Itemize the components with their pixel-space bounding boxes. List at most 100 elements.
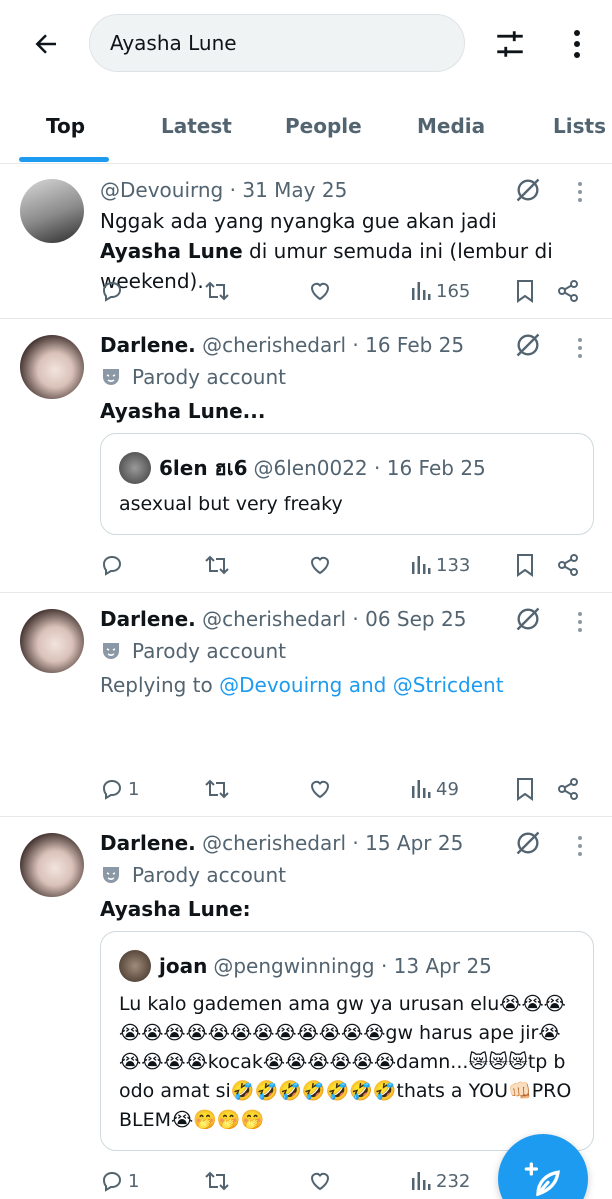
reply-button[interactable]: [100, 550, 128, 580]
parody-text: Parody account: [132, 639, 287, 663]
more-vertical-icon: [578, 182, 582, 202]
filter-sliders-icon: [497, 31, 523, 57]
like-icon: [310, 1172, 330, 1191]
views-button[interactable]: 165: [410, 276, 470, 306]
search-filter-button[interactable]: [488, 22, 532, 66]
share-button[interactable]: [556, 774, 580, 804]
tweet-more-button[interactable]: [570, 333, 590, 363]
quote-date: · 13 Apr 25: [380, 954, 492, 978]
tweet-date[interactable]: · 31 May 25: [230, 178, 348, 202]
views-count: 165: [436, 280, 471, 302]
tweet-more-button[interactable]: [570, 177, 590, 207]
tweet-date[interactable]: · 16 Feb 25: [352, 333, 464, 357]
grok-button[interactable]: [512, 827, 544, 859]
back-arrow-icon: [35, 34, 56, 54]
tweet-display-name[interactable]: Darlene.: [100, 333, 196, 357]
like-button[interactable]: [308, 550, 332, 580]
grok-button[interactable]: [512, 174, 544, 206]
bookmark-icon: [517, 778, 533, 801]
tweet-handle[interactable]: @cherishedarl: [202, 831, 346, 855]
quoted-tweet[interactable]: joan @pengwinningg · 13 Apr 25 Lu kalo g…: [100, 931, 594, 1151]
retweet-button[interactable]: [204, 550, 230, 580]
tab-latest[interactable]: Latest: [161, 114, 232, 138]
top-app-bar: Ayasha Lune: [0, 0, 612, 92]
like-button[interactable]: [308, 1166, 332, 1196]
reply-button[interactable]: 1: [100, 774, 139, 804]
reply-icon: [102, 555, 122, 576]
tab-people[interactable]: People: [285, 114, 362, 138]
bookmark-button[interactable]: [514, 550, 536, 580]
reply-icon: [102, 281, 122, 302]
views-button[interactable]: 133: [410, 550, 470, 580]
views-button[interactable]: 232: [410, 1166, 470, 1196]
bookmark-button[interactable]: [514, 276, 536, 306]
compose-icon: [524, 1162, 560, 1197]
tweet-text-highlight: Ayasha Lune: [100, 239, 243, 263]
search-input[interactable]: Ayasha Lune: [89, 14, 465, 72]
quote-date: · 16 Feb 25: [374, 456, 486, 480]
tweet-header: Darlene. @cherishedarl · 15 Apr 25: [100, 831, 522, 855]
reply-icon: [102, 1171, 122, 1192]
views-button[interactable]: 49: [410, 774, 459, 804]
grok-button[interactable]: [512, 329, 544, 361]
views-count: 133: [436, 554, 471, 576]
search-query: Ayasha Lune: [110, 31, 237, 55]
avatar[interactable]: [20, 335, 84, 399]
views-count: 49: [436, 778, 459, 800]
tab-media[interactable]: Media: [417, 114, 485, 138]
grok-icon: [516, 333, 540, 357]
reply-button[interactable]: [100, 276, 128, 306]
retweet-button[interactable]: [204, 1166, 230, 1196]
share-button[interactable]: [556, 550, 580, 580]
reply-button[interactable]: 1: [100, 1166, 139, 1196]
more-options-button[interactable]: [560, 22, 594, 66]
like-button[interactable]: [308, 774, 332, 804]
quote-avatar: [119, 950, 151, 982]
tweet-actions: 165: [100, 276, 594, 306]
quoted-tweet[interactable]: 6len ฮเ6 @6len0022 · 16 Feb 25 asexual b…: [100, 433, 594, 535]
retweet-icon: [205, 1171, 229, 1191]
more-vertical-icon: [574, 30, 580, 58]
share-icon: [558, 778, 578, 800]
tweet-date[interactable]: · 15 Apr 25: [352, 831, 463, 855]
tweet-more-button[interactable]: [570, 607, 590, 637]
parody-mask-icon: [103, 369, 119, 385]
retweet-button[interactable]: [204, 276, 230, 306]
avatar[interactable]: [20, 833, 84, 897]
share-button[interactable]: [556, 276, 580, 306]
like-icon: [310, 556, 330, 575]
bookmark-button[interactable]: [514, 774, 536, 804]
views-count: 232: [436, 1170, 471, 1192]
tweet-more-button[interactable]: [570, 831, 590, 861]
tweet-actions: 1 49: [100, 774, 594, 804]
tweet-header: Darlene. @cherishedarl · 06 Sep 25: [100, 607, 522, 631]
back-button[interactable]: [26, 24, 66, 64]
tweet-handle[interactable]: @Devouirng: [100, 178, 223, 202]
replying-to: Replying to @Devouirng and @Stricdent: [100, 673, 504, 697]
grok-button[interactable]: [512, 603, 544, 635]
views-icon: [412, 282, 431, 300]
active-tab-indicator: [19, 157, 109, 162]
tab-lists[interactable]: Lists: [553, 114, 606, 138]
tab-top[interactable]: Top: [46, 114, 85, 138]
retweet-button[interactable]: [204, 774, 230, 804]
avatar[interactable]: [20, 179, 84, 243]
retweet-icon: [205, 281, 229, 301]
tweet[interactable]: Darlene. @cherishedarl · 16 Feb 25 Parod…: [0, 320, 612, 593]
replying-to-label: Replying to: [100, 673, 220, 697]
tweet-display-name[interactable]: Darlene.: [100, 831, 196, 855]
tweet[interactable]: @Devouirng · 31 May 25 Nggak ada yang ny…: [0, 164, 612, 319]
tweet-display-name[interactable]: Darlene.: [100, 607, 196, 631]
more-vertical-icon: [578, 338, 582, 358]
like-button[interactable]: [308, 276, 332, 306]
tweet-actions: 133: [100, 550, 594, 580]
tweet-date[interactable]: · 06 Sep 25: [352, 607, 466, 631]
tweet-handle[interactable]: @cherishedarl: [202, 607, 346, 631]
quote-handle: @pengwinningg: [213, 954, 375, 978]
tweet[interactable]: Darlene. @cherishedarl · 06 Sep 25 Parod…: [0, 594, 612, 817]
avatar[interactable]: [20, 609, 84, 673]
tweet-handle[interactable]: @cherishedarl: [202, 333, 346, 357]
more-vertical-icon: [578, 836, 582, 856]
parody-mask-icon: [103, 867, 119, 883]
replying-to-mentions[interactable]: @Devouirng and @Stricdent: [219, 673, 503, 697]
